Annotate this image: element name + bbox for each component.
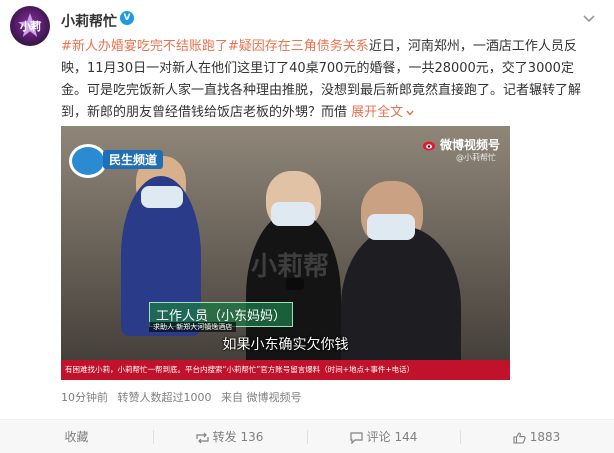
username[interactable]: 小莉帮忙	[61, 11, 117, 31]
comment-label: 评论 144	[366, 430, 418, 444]
face-mask	[141, 186, 183, 208]
action-bar: 收藏 转发 136 评论 144 1883	[0, 419, 614, 453]
expand-link[interactable]: 展开全文	[351, 105, 415, 120]
avatar[interactable]: 小莉	[10, 6, 50, 46]
topic-link[interactable]: 疑因存在三角债务关系	[239, 39, 369, 54]
comment-button[interactable]: 评论 144	[307, 420, 460, 453]
favorite-button[interactable]: 收藏	[0, 420, 153, 453]
verified-badge-icon: V	[120, 11, 134, 25]
chevron-down-icon	[406, 110, 414, 116]
platform-handle: @小莉帮忙	[456, 153, 496, 162]
repost-button[interactable]: 转发 136	[153, 420, 306, 453]
thumbs-up-icon	[513, 431, 526, 444]
likes-summary: 转赞人数超过1000	[117, 391, 212, 404]
channel-name: 民生频道	[103, 150, 164, 169]
platform-name: 微博视频号	[439, 138, 500, 152]
post-meta: 10分钟前 转赞人数超过1000 来自 微博视频号	[61, 389, 308, 405]
weibo-post-card: 小莉 小莉帮忙 V #新人办婚宴吃完不结账跑了#疑因存在三角债务关系近日，河南郑…	[0, 0, 614, 453]
name-tag-sub: 求助人 新郑大河镇逸酒店	[149, 322, 237, 332]
face-mask	[271, 202, 315, 226]
channel-swirl-icon	[69, 144, 107, 178]
avatar-text: 小莉	[20, 20, 41, 33]
chevron-down-icon[interactable]	[580, 9, 598, 27]
repost-label: 转发 136	[212, 430, 264, 444]
platform-logo: 微博视频号	[422, 136, 500, 153]
post-source[interactable]: 来自 微博视频号	[221, 391, 302, 404]
repost-icon	[196, 432, 209, 443]
person-body	[341, 226, 461, 380]
post-time[interactable]: 10分钟前	[61, 391, 108, 404]
post-text: #新人办婚宴吃完不结账跑了#疑因存在三角债务关系近日，河南郑州，一酒店工作人员反…	[61, 36, 591, 124]
person-body	[246, 211, 341, 380]
like-button[interactable]: 1883	[460, 420, 613, 453]
hashtag-link[interactable]: #新人办婚宴吃完不结账跑了#	[61, 39, 239, 54]
face-mask	[367, 214, 415, 240]
expand-label: 展开全文	[351, 105, 404, 120]
comment-icon	[350, 431, 363, 444]
like-count: 1883	[529, 430, 561, 444]
weibo-eye-icon	[422, 141, 435, 151]
video-subtitle: 如果小东确实欠你钱	[222, 337, 349, 353]
news-ticker: 有困难找小莉，小莉帮忙一帮到底。平台内搜索“小莉帮忙”官方账号留言爆料（时间+地…	[61, 360, 510, 380]
video-player[interactable]: 小莉帮 民生频道 微博视频号 @小莉帮忙 工作人员（小东妈妈） 求助人 新郑大河…	[61, 126, 510, 380]
channel-logo: 民生频道	[69, 142, 179, 182]
watermark: 小莉帮	[251, 252, 330, 282]
favorite-label: 收藏	[64, 430, 89, 444]
